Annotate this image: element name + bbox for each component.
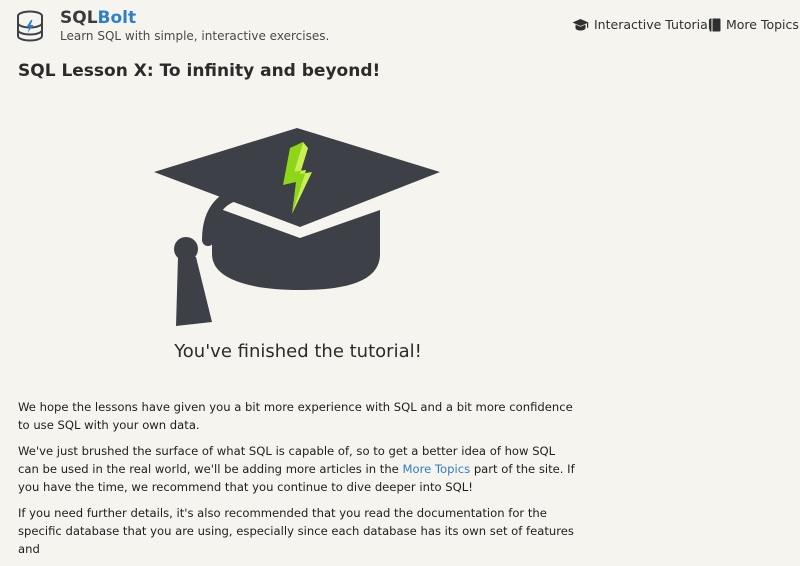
brand-link[interactable]: SQLBolt <box>60 7 136 29</box>
paragraph-3: If you need further details, it's also r… <box>18 506 574 556</box>
database-logo-icon[interactable] <box>16 10 44 42</box>
paragraph-2: We've just brushed the surface of what S… <box>18 442 578 496</box>
more-topics-link[interactable]: More Topics <box>403 462 471 476</box>
brand-prefix: SQL <box>60 8 98 28</box>
book-icon <box>709 18 721 32</box>
nav-more-topics[interactable]: More Topics <box>709 17 799 33</box>
graduation-cap-illustration <box>154 128 440 326</box>
paragraph-1: We hope the lessons have given you a bit… <box>18 400 573 432</box>
site-header: SQLBolt Learn SQL with simple, interacti… <box>0 0 800 52</box>
nav-interactive-tutorial[interactable]: Interactive Tutorial <box>572 17 711 33</box>
lesson-body: We hope the lessons have given you a bit… <box>18 398 578 566</box>
nav-more-topics-label: More Topics <box>726 17 799 32</box>
brand-suffix: Bolt <box>97 8 137 28</box>
page-title: SQL Lesson X: To infinity and beyond! <box>18 61 381 81</box>
nav-interactive-tutorial-label: Interactive Tutorial <box>594 17 712 32</box>
tagline: Learn SQL with simple, interactive exerc… <box>60 29 330 43</box>
finished-caption: You've finished the tutorial! <box>174 341 422 362</box>
graduation-cap-icon <box>572 19 589 31</box>
